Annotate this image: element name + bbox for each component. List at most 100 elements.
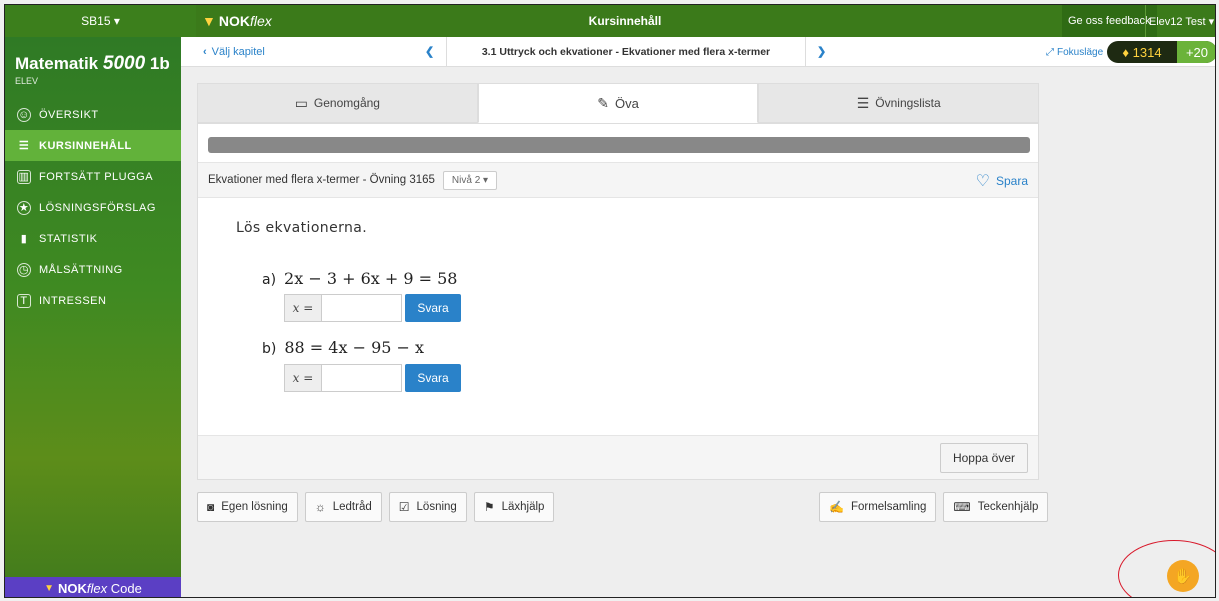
- sidebar-item-oversikt[interactable]: ☺ ÖVERSIKT: [5, 99, 181, 130]
- hint-button[interactable]: ☼ Ledtråd: [304, 492, 382, 522]
- question-label: a): [262, 272, 277, 288]
- focus-mode-label: Fokusläge: [1057, 46, 1104, 58]
- save-button[interactable]: ♡ Spara: [976, 163, 1028, 199]
- list-icon: ☰: [18, 140, 30, 152]
- tool-label: Egen lösning: [221, 501, 288, 513]
- previous-section-button[interactable]: ❮: [425, 45, 434, 58]
- answer-prefix: x =: [284, 364, 322, 392]
- tool-label: Lösning: [416, 501, 457, 513]
- level-dropdown[interactable]: Nivå 2 ▾: [442, 170, 498, 190]
- clock-icon: ◷: [17, 262, 31, 277]
- sidebar-item-malsattning[interactable]: ◷ MÅLSÄTTNING: [5, 254, 181, 285]
- tab-label: Öva: [614, 95, 639, 111]
- sidebar-item-label: INTRESSEN: [39, 294, 107, 307]
- brand-logo[interactable]: ▼ NOK flex: [202, 5, 272, 37]
- nokflex-code-link[interactable]: ▼ NOKflex Code: [5, 577, 181, 597]
- answer-submit-button-b[interactable]: Svara: [405, 364, 461, 392]
- exercise-prompt: Lös ekvationerna.: [236, 220, 368, 236]
- points-value: ♦ 1314: [1107, 45, 1177, 60]
- tab-label: Genomgång: [313, 96, 380, 110]
- progress-bar: [208, 137, 1030, 153]
- star-circle-icon: ★: [17, 200, 31, 215]
- answer-submit-button-a[interactable]: Svara: [405, 294, 461, 322]
- own-solution-button[interactable]: ◙ Egen lösning: [197, 492, 298, 522]
- book-open-icon: ▭: [294, 94, 308, 111]
- points-badge: ♦ 1314 +20: [1107, 41, 1215, 63]
- overview-icon: ☺: [17, 107, 31, 122]
- solution-icon: ☑: [398, 500, 410, 514]
- sidebar-item-label: MÅLSÄTTNING: [39, 263, 123, 276]
- homework-help-button[interactable]: ⚑ Läxhjälp: [473, 492, 555, 522]
- sidebar-item-statistik[interactable]: ▮ STATISTIK: [5, 223, 181, 254]
- feedback-link[interactable]: Ge oss feedback: [1062, 5, 1157, 37]
- formula-icon: ✍: [829, 500, 844, 514]
- chapter-title: 3.1 Uttryck och ekvationer - Ekvationer …: [446, 37, 806, 67]
- answer-input-b[interactable]: [322, 364, 402, 392]
- character-help-button[interactable]: ⌨ Teckenhjälp: [943, 492, 1049, 522]
- skip-button[interactable]: Hoppa över: [939, 443, 1028, 473]
- sidebar-item-label: LÖSNINGSFÖRSLAG: [39, 201, 156, 214]
- chevron-left-icon: ❮: [425, 46, 435, 58]
- chapter-nav-bar: ‹ Välj kapitel ❮ 3.1 Uttryck och ekvatio…: [181, 37, 1215, 67]
- exercise-header: Ekvationer med flera x-termer - Övning 3…: [198, 162, 1038, 198]
- tab-ova[interactable]: ✎ Öva: [477, 83, 759, 123]
- answer-input-a[interactable]: [322, 294, 402, 322]
- camera-icon: ◙: [207, 500, 215, 514]
- sidebar-nav: ☺ ÖVERSIKT ☰ KURSINNEHÅLL ▥ FORTSÄTT PLUGGA…: [5, 99, 181, 316]
- brand-italic: flex: [249, 13, 272, 29]
- formula-collection-button[interactable]: ✍ Formelsamling: [819, 492, 937, 522]
- focus-mode-link[interactable]: ⤢ Fokusläge: [1046, 37, 1103, 67]
- choose-chapter-label: Välj kapitel: [211, 46, 265, 58]
- answer-prefix: x =: [284, 294, 322, 322]
- sidebar-item-label: FORTSÄTT PLUGGA: [39, 170, 154, 183]
- gem-icon: ▼: [202, 13, 216, 29]
- equation: 2x − 3 + 6x + 9 = 58: [284, 269, 458, 288]
- brand-main: NOK: [218, 13, 250, 29]
- top-bar: SB15 ▾ ▼ NOK flex Kursinnehåll Ge oss fee…: [5, 5, 1215, 37]
- sidebar-item-kursinnehall[interactable]: ☰ KURSINNEHÅLL: [5, 130, 181, 161]
- tool-label: Formelsamling: [850, 501, 927, 513]
- tool-label: Läxhjälp: [501, 501, 545, 513]
- sidebar-item-fortsatt-plugga[interactable]: ▥ FORTSÄTT PLUGGA: [5, 161, 181, 192]
- points-number: 1314: [1132, 44, 1162, 60]
- equation: 88 = 4x − 95 − x: [284, 338, 425, 357]
- question-b: b) 88 = 4x − 95 − x: [262, 338, 424, 357]
- exercise-card: Ekvationer med flera x-termer - Övning 3…: [197, 123, 1039, 480]
- sidebar-item-losningsforslag[interactable]: ★ LÖSNINGSFÖRSLAG: [5, 192, 181, 223]
- tool-label: Teckenhjälp: [977, 501, 1039, 513]
- chevron-left-icon: ‹: [203, 46, 207, 58]
- bonus-points: +20: [1177, 41, 1215, 63]
- tool-label: Ledtråd: [332, 501, 372, 513]
- app-frame: SB15 ▾ ▼ NOK flex Kursinnehåll Ge oss fee…: [4, 4, 1216, 598]
- question-a: a) 2x − 3 + 6x + 9 = 58: [262, 269, 457, 288]
- code-suffix: Code: [110, 580, 142, 596]
- keyboard-icon: ⌨: [953, 500, 971, 514]
- app-title: Matematik 5000 1b: [15, 53, 170, 75]
- tab-genomgang[interactable]: ▭ Genomgång: [197, 83, 478, 123]
- user-role: ELEV: [15, 76, 39, 86]
- choose-chapter-link[interactable]: ‹ Välj kapitel: [203, 37, 265, 67]
- chart-icon: ▮: [20, 233, 28, 245]
- sidebar-item-label: STATISTIK: [39, 232, 98, 245]
- sidebar-item-label: KURSINNEHÅLL: [39, 139, 132, 152]
- solution-button[interactable]: ☑ Lösning: [388, 492, 467, 522]
- sidebar-item-intressen[interactable]: T INTRESSEN: [5, 285, 181, 316]
- app-title-number: 5000: [102, 53, 146, 74]
- next-section-button[interactable]: ❯: [817, 45, 826, 58]
- chevron-right-icon: ❯: [817, 46, 827, 58]
- heart-icon: ♡: [975, 173, 990, 190]
- tab-label: Övningslista: [875, 96, 941, 110]
- shirt-icon: T: [17, 293, 31, 308]
- exercise-footer: Hoppa över: [198, 435, 1038, 479]
- tab-ovningslista[interactable]: ☰ Övningslista: [758, 83, 1040, 123]
- app-title-text: Matematik: [15, 54, 99, 73]
- class-selector[interactable]: SB15 ▾: [5, 5, 196, 37]
- gem-icon: ♦: [1122, 44, 1130, 60]
- expand-icon: ⤢: [1046, 46, 1054, 58]
- answer-row-a: x = Svara: [284, 294, 461, 322]
- exercise-title: Ekvationer med flera x-termer - Övning 3…: [208, 174, 435, 186]
- app-title-suffix: 1b: [149, 54, 170, 73]
- user-menu[interactable]: Elev12 Test ▾: [1145, 5, 1215, 37]
- sidebar: Matematik 5000 1b ELEV ☺ ÖVERSIKT ☰ KURSIN…: [5, 37, 181, 597]
- question-label: b): [262, 341, 277, 357]
